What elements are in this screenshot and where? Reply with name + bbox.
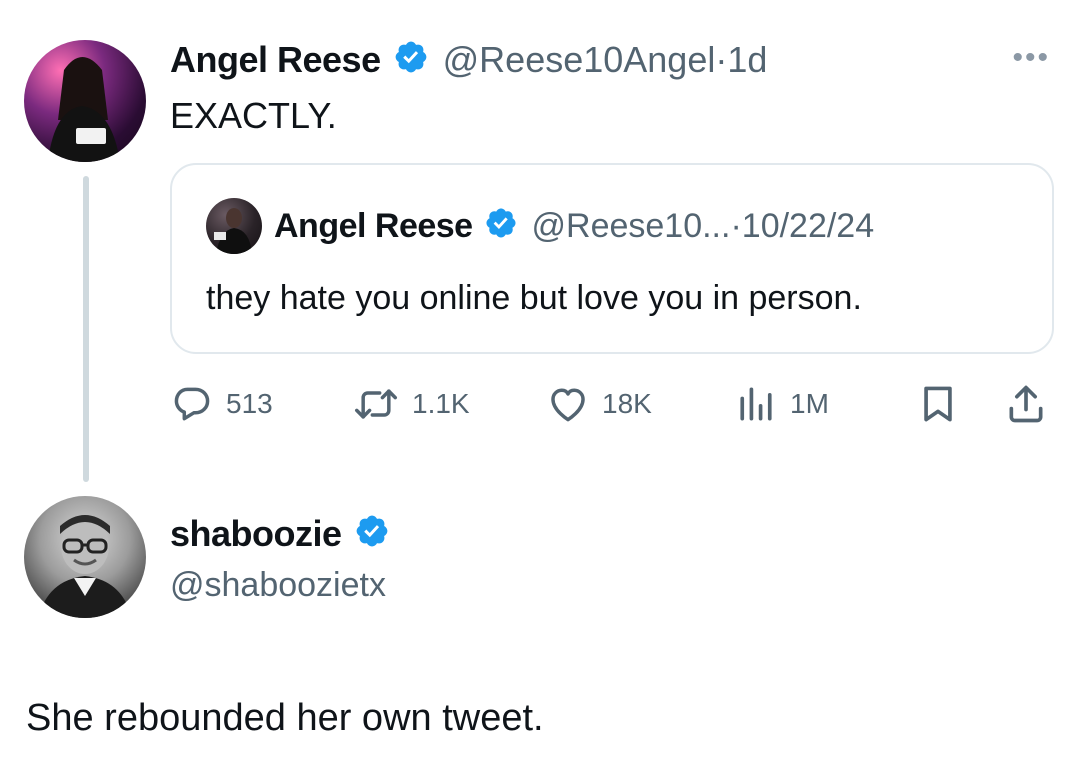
bookmark-button[interactable] (916, 382, 960, 426)
like-button[interactable]: 18K (546, 382, 652, 426)
reply-text: She rebounded her own tweet. (26, 697, 544, 739)
bookmark-icon (924, 386, 952, 422)
person-with-glasses-icon (38, 515, 132, 618)
thread-connector-line (83, 176, 89, 482)
reply-author-handle[interactable]: @shaboozietx (170, 563, 386, 607)
quoted-tweet-text: they hate you online but love you in per… (206, 279, 862, 317)
verified-badge-icon (352, 513, 390, 559)
like-count: 18K (602, 388, 652, 419)
views-button[interactable]: 1M (734, 382, 829, 426)
quoted-author-name: Angel Reese (274, 207, 473, 245)
angel-reese-avatar[interactable] (24, 40, 146, 162)
quoted-tweet-card[interactable] (170, 163, 1054, 354)
author-handle[interactable]: @Reese10Angel (443, 39, 716, 80)
reply-icon (174, 387, 210, 421)
quoted-tweet-header: Angel Reese @Reese10...·10/22/24 (274, 204, 874, 251)
heart-icon (551, 388, 585, 422)
views-chart-icon (740, 387, 772, 421)
tweet-time[interactable]: 1d (727, 39, 767, 80)
verified-badge-icon (391, 39, 433, 85)
quoted-tweet-date: 10/22/24 (741, 207, 875, 245)
share-upload-icon (1009, 385, 1043, 423)
view-count: 1M (790, 388, 829, 419)
reply-author-name[interactable]: shaboozie (170, 513, 342, 554)
meta-separator: · (715, 39, 728, 80)
author-name[interactable]: Angel Reese (170, 39, 381, 80)
repost-button[interactable]: 1.1K (352, 382, 470, 426)
quoted-author-avatar (206, 198, 262, 254)
reply-author-row: shaboozie (170, 512, 390, 559)
shaboozie-avatar[interactable] (24, 496, 146, 618)
repost-count: 1.1K (412, 388, 470, 419)
quoted-author-handle: @Reese10... (531, 207, 731, 245)
repost-icon (355, 389, 397, 419)
tweet-text: EXACTLY. (170, 95, 337, 136)
share-button[interactable] (1004, 382, 1048, 426)
person-silhouette-icon (48, 57, 120, 162)
tweet-header: Angel Reese @Reese10Angel·1d (170, 38, 767, 85)
more-horizontal-icon[interactable]: ••• (1012, 43, 1050, 73)
reply-count: 513 (226, 388, 273, 419)
verified-badge-icon (482, 206, 522, 251)
person-silhouette-icon (214, 208, 252, 254)
meta-separator: · (730, 207, 742, 245)
reply-button[interactable]: 513 (170, 382, 273, 426)
